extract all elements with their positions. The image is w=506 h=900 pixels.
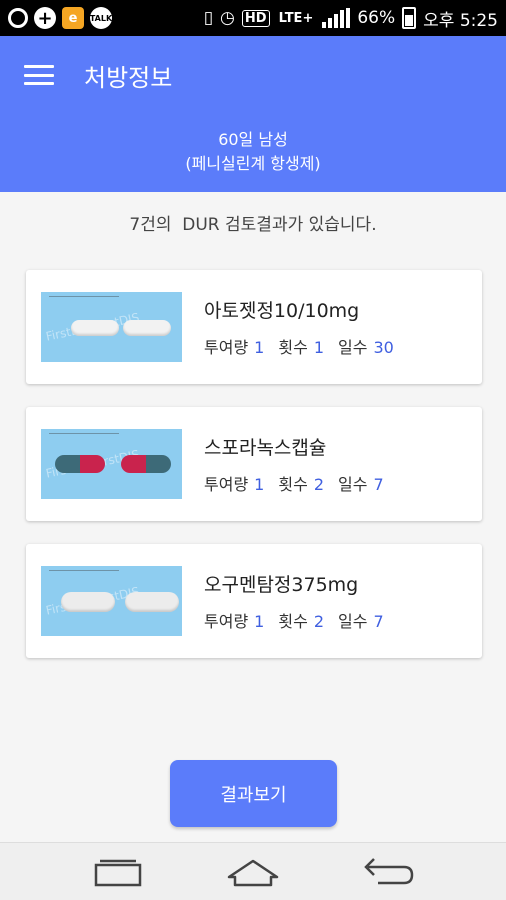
- patient-info: 60일 남성 (페니실린계 항생제): [0, 128, 506, 176]
- hd-icon: HD: [241, 9, 270, 27]
- vibrate-icon: ▯: [203, 8, 214, 28]
- amount-value: 1: [254, 475, 265, 494]
- clock: 오후 5:25: [423, 10, 498, 31]
- days-label: 일수: [338, 612, 368, 631]
- battery-icon: [402, 7, 417, 29]
- drug-card[interactable]: FirstDIS FirstDIS 스포라녹스캡슐 투여량 1 횟수 2 일수 7: [26, 407, 482, 521]
- drug-dosage: 투여량 1 횟수 2 일수 7: [204, 471, 398, 495]
- view-results-button[interactable]: 결과보기: [170, 760, 337, 827]
- days-value: 7: [373, 475, 384, 494]
- drug-card[interactable]: FirstDIS FirstDIS 아토젯정10/10mg 투여량 1 횟수 1 일수 3…: [26, 270, 482, 384]
- plus-app-icon: +: [34, 7, 56, 29]
- app-bar: 처방정보 60일 남성 (페니실린계 항생제): [0, 36, 506, 192]
- system-icons: ▯ ◷ HD LTE+ 66% 오후 5:25: [204, 6, 498, 31]
- drug-name: 아토젯정10/10mg: [204, 300, 360, 322]
- times-value: 1: [313, 338, 324, 357]
- status-bar: + e TALK ▯ ◷ HD LTE+ 66% 오후 5:25: [0, 0, 506, 36]
- dur-result-summary: 7건의 DUR 검토결과가 있습니다.: [129, 215, 377, 235]
- times-label: 횟수: [278, 612, 308, 631]
- alarm-icon: ◷: [220, 8, 235, 28]
- amount-value: 1: [254, 612, 265, 631]
- amount-label: 투여량: [204, 612, 249, 631]
- drug-name: 오구멘탐정375mg: [204, 574, 359, 596]
- drug-name: 스포라녹스캡슐: [204, 437, 327, 459]
- signal-icon: [322, 8, 351, 28]
- menu-icon[interactable]: [24, 62, 54, 88]
- e-app-icon: e: [62, 7, 84, 29]
- times-value: 2: [313, 475, 324, 494]
- teal-red-capsule-icon: FirstDIS FirstDIS: [41, 429, 182, 499]
- notification-icons: + e TALK: [8, 7, 112, 29]
- recent-apps-icon[interactable]: [88, 853, 148, 891]
- battery-percent: 66%: [357, 8, 396, 28]
- white-oval-tablet-icon: FirstDIS FirstDIS: [41, 566, 182, 636]
- drug-dosage: 투여량 1 횟수 1 일수 30: [204, 334, 408, 358]
- patient-age-sex: 60일 남성: [218, 130, 288, 149]
- amount-value: 1: [254, 338, 265, 357]
- days-value: 7: [373, 612, 384, 631]
- back-icon[interactable]: [358, 853, 418, 891]
- page-title: 처방정보: [84, 64, 173, 92]
- patient-condition: (페니실린계 항생제): [185, 154, 321, 173]
- amount-label: 투여량: [204, 475, 249, 494]
- days-value: 30: [373, 338, 394, 357]
- drug-dosage: 투여량 1 횟수 2 일수 7: [204, 608, 398, 632]
- kakaotalk-icon: TALK: [90, 7, 112, 29]
- navigation-bar: [0, 842, 506, 900]
- white-oblong-tablet-icon: FirstDIS FirstDIS: [41, 292, 182, 362]
- home-icon[interactable]: [223, 853, 283, 891]
- times-label: 횟수: [278, 338, 308, 357]
- drug-card[interactable]: FirstDIS FirstDIS 오구멘탐정375mg 투여량 1 횟수 2 일수 7: [26, 544, 482, 658]
- times-label: 횟수: [278, 475, 308, 494]
- lte-icon: LTE+: [278, 10, 314, 26]
- times-value: 2: [313, 612, 324, 631]
- days-label: 일수: [338, 338, 368, 357]
- o-app-icon: [8, 8, 28, 28]
- amount-label: 투여량: [204, 338, 249, 357]
- days-label: 일수: [338, 475, 368, 494]
